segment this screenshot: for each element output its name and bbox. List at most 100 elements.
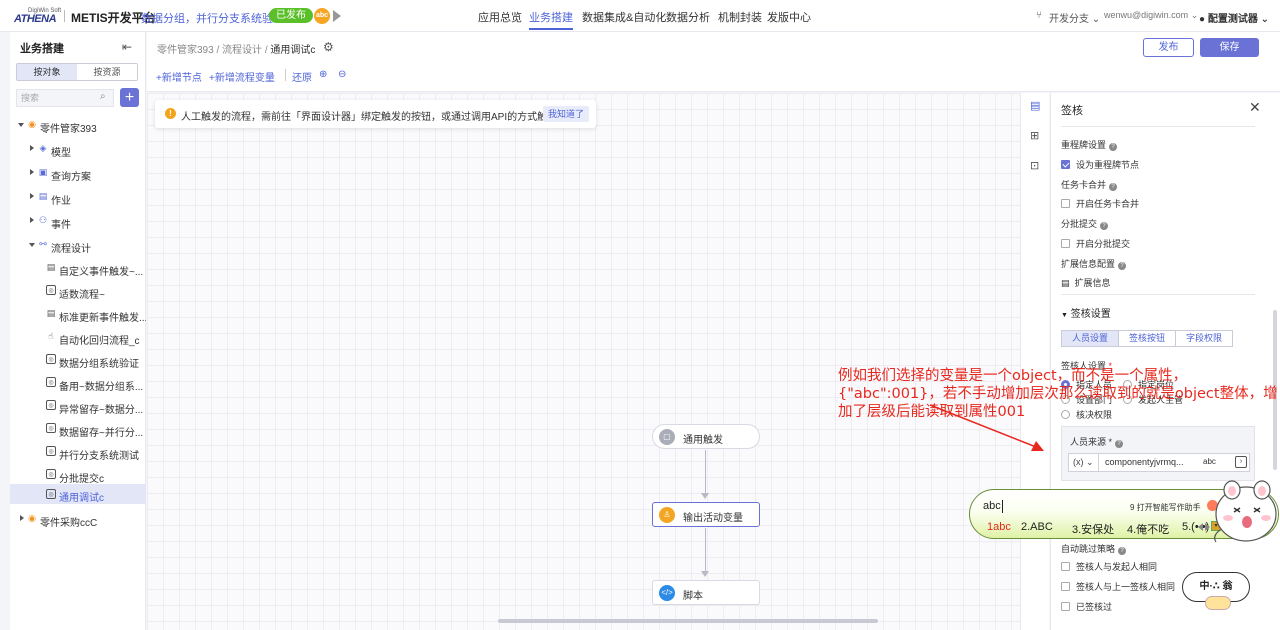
checkbox[interactable]	[1061, 199, 1070, 208]
publish-button[interactable]: 发布	[1143, 38, 1194, 57]
tree-item-flow-3[interactable]: ▤ 标准更新事件触发...	[10, 305, 146, 325]
skip-already-approved[interactable]: 已签核过	[1061, 600, 1112, 613]
tree-item-job[interactable]: ▤ 作业	[10, 188, 146, 208]
checkbox-checked[interactable]	[1061, 160, 1070, 169]
skip-same-initiator[interactable]: 签核人与发起人相同	[1061, 560, 1157, 573]
horizontal-scrollbar[interactable]	[498, 619, 878, 623]
merge-checkbox[interactable]: 开启任务卡合并	[1061, 197, 1139, 210]
user-menu[interactable]: ● 配置测试器 ⌄	[1199, 10, 1269, 25]
chevron-down-icon[interactable]	[29, 243, 35, 247]
tab-business-build[interactable]: 业务搭建	[529, 9, 573, 30]
flow-node-trigger[interactable]: ▢ 通用触发	[652, 424, 760, 449]
variables-icon[interactable]: ⊡	[1030, 159, 1039, 172]
tree-item-flow-9[interactable]: ◎ 并行分支系统测试	[10, 443, 146, 463]
tree-item-flow-4[interactable]: ☝ 自动化回归流程_c	[10, 328, 146, 348]
ime-candidate[interactable]: 2.ABC	[1021, 521, 1053, 533]
abc-icon[interactable]: abc	[314, 8, 330, 24]
approval-section-header[interactable]: ▼ 签核设置	[1061, 305, 1111, 320]
collapse-sidebar-icon[interactable]: ⇤	[122, 40, 132, 54]
play-icon[interactable]	[333, 10, 341, 22]
close-icon[interactable]: ✕	[1249, 99, 1261, 116]
chevron-right-icon[interactable]	[30, 169, 34, 175]
tab-data-integration[interactable]: 数据集成&自动化	[582, 9, 666, 25]
user-email[interactable]: wenwu@digiwin.com ⌄	[1104, 10, 1198, 21]
tree-item-flow-10[interactable]: ◎ 分批提交c	[10, 466, 146, 486]
label-text: 自动跳过策略	[1061, 544, 1116, 554]
tree-item-project[interactable]: ◉ 零件管家393	[10, 116, 146, 136]
checkbox[interactable]	[1061, 239, 1070, 248]
chevron-right-icon[interactable]	[20, 515, 24, 521]
help-icon[interactable]: ?	[1109, 143, 1118, 151]
tab-personnel[interactable]: 人员设置	[1061, 330, 1120, 347]
prev-page-icon[interactable]	[1198, 523, 1203, 531]
app-name[interactable]: 数据分组，并行分支系统验证	[141, 10, 284, 26]
structure-icon[interactable]: ⊞	[1030, 129, 1039, 142]
tree-item-flow-7[interactable]: ◎ 异常留存~数据分...	[10, 397, 146, 417]
tab-mechanism[interactable]: 机制封装	[718, 9, 762, 25]
batch-checkbox[interactable]: 开启分批提交	[1061, 237, 1130, 250]
tree-item-flow-8[interactable]: ◎ 数据留存~并行分...	[10, 420, 146, 440]
flow-box-icon: ◎	[46, 446, 56, 456]
tree-item-flow-5[interactable]: ◎ 数据分组系统验证	[10, 351, 146, 371]
help-icon[interactable]: ?	[1100, 222, 1109, 230]
dismiss-button[interactable]: 我知道了	[543, 106, 590, 122]
ime-candidate[interactable]: 4.俺不吃	[1127, 521, 1169, 537]
chevron-right-icon[interactable]	[30, 193, 34, 199]
zoom-in-icon[interactable]: ⊕	[319, 69, 327, 80]
breadcrumb-item[interactable]: 流程设计	[222, 45, 262, 56]
flow-box-icon: ◎	[46, 400, 56, 410]
tab-data-analysis[interactable]: 数据分析	[666, 9, 710, 25]
tree-item-model[interactable]: ◈ 模型	[10, 140, 146, 160]
tab-buttons[interactable]: 签核按钮	[1118, 330, 1177, 347]
tree-item-flow-selected[interactable]: ◎ 通用调试c	[10, 484, 146, 504]
toggle-by-resource[interactable]: 按资源	[77, 64, 137, 80]
milestone-checkbox[interactable]: 设为重程牌节点	[1061, 158, 1139, 171]
tree-item-project-2[interactable]: ◉ 零件采购ccC	[10, 510, 146, 530]
flow-node-script[interactable]: </> 脚本	[652, 580, 760, 605]
tree-item-flow-6[interactable]: ◎ 备用~数据分组系...	[10, 374, 146, 394]
add-node-button[interactable]: +新增节点	[156, 69, 202, 84]
properties-icon[interactable]: ▤	[1030, 99, 1040, 112]
branch-select[interactable]: 开发分支 ⌄	[1049, 10, 1100, 25]
tree-item-query[interactable]: ▣ 查询方案	[10, 164, 146, 184]
chevron-down-icon[interactable]	[18, 123, 24, 127]
flow-node-output-variable[interactable]: ♙ 输出活动变量	[652, 502, 760, 527]
checkbox[interactable]	[1061, 562, 1070, 571]
label-text: 扩展信息配置	[1061, 259, 1116, 269]
add-variable-button[interactable]: +新增流程变量	[209, 69, 275, 84]
help-icon[interactable]: ?	[1115, 440, 1124, 448]
help-icon[interactable]: ?	[1109, 183, 1118, 191]
athena-logo[interactable]: DigiWin Soft ATHENA	[14, 8, 62, 25]
help-icon[interactable]: ?	[1118, 262, 1127, 270]
search-icon[interactable]: ⌕	[100, 91, 106, 102]
settings-gear-icon[interactable]: ⚙	[323, 40, 334, 54]
ime-candidate[interactable]: 3.安保处	[1072, 521, 1114, 537]
toggle-by-object[interactable]: 按对象	[17, 64, 77, 80]
tree-item-flow-1[interactable]: ▤ 自定义事件触发~...	[10, 259, 146, 279]
chevron-right-icon[interactable]	[30, 145, 34, 151]
connector-arrow	[701, 493, 709, 499]
add-button[interactable]: +	[120, 88, 139, 107]
variable-type-select[interactable]: (x) ⌄	[1069, 454, 1099, 471]
tree-item-flow-2[interactable]: ◎ 适数流程~	[10, 282, 146, 302]
chevron-right-icon[interactable]	[30, 217, 34, 223]
open-selector-icon[interactable]: ›	[1235, 456, 1247, 468]
help-icon[interactable]: ?	[1118, 547, 1127, 555]
breadcrumb-item[interactable]: 零件管家393	[157, 45, 214, 56]
tab-field-permissions[interactable]: 字段权限	[1175, 330, 1234, 347]
ext-info-link[interactable]: ▤ 扩展信息	[1061, 276, 1111, 289]
flow-canvas[interactable]	[147, 93, 1020, 630]
tree-item-event[interactable]: ⚇ 事件	[10, 212, 146, 232]
skip-same-previous[interactable]: 签核人与上一签核人相同	[1061, 580, 1175, 593]
zoom-out-icon[interactable]: ⊖	[338, 69, 346, 80]
checkbox[interactable]	[1061, 582, 1070, 591]
source-input[interactable]: (x) ⌄ componentyjvrmq... abc ›	[1068, 453, 1250, 472]
tab-release-center[interactable]: 发版中心	[767, 9, 811, 25]
ime-candidate[interactable]: 1abc	[987, 521, 1011, 533]
save-button[interactable]: 保存	[1200, 38, 1259, 57]
checkbox[interactable]	[1061, 602, 1070, 611]
restore-button[interactable]: 还原	[292, 69, 312, 84]
ime-assistant-link[interactable]: 9 打开智能写作助手	[1130, 502, 1201, 513]
tree-item-flow[interactable]: ⚯ 流程设计	[10, 236, 146, 256]
tab-overview[interactable]: 应用总览	[478, 9, 522, 25]
